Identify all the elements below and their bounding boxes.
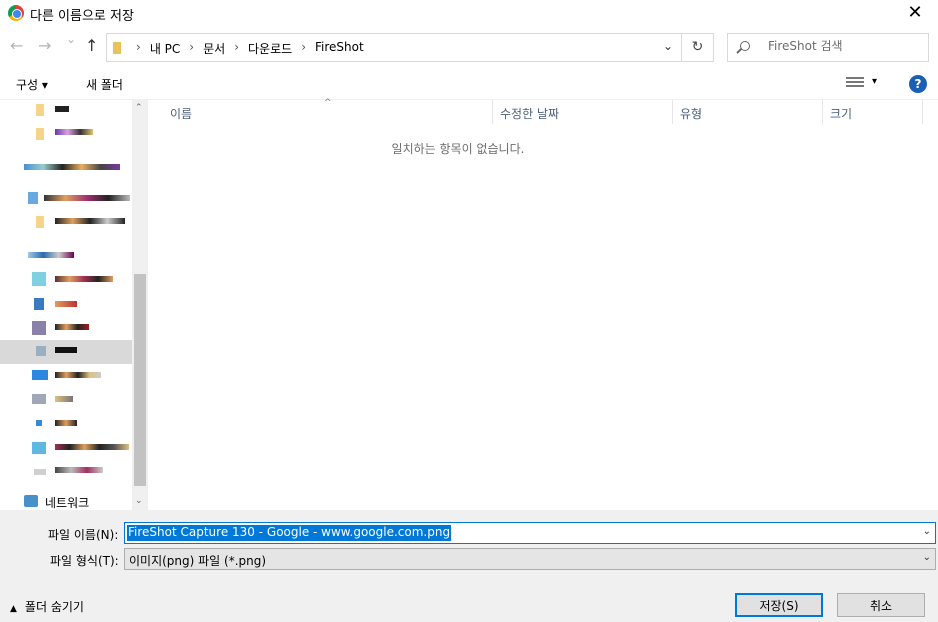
breadcrumb: › 내 PC › 문서 › 다운로드 › FireShot	[136, 40, 364, 57]
navigation-pane: 네트워크 ⌃ ⌄	[0, 100, 148, 510]
breadcrumb-this-pc[interactable]: 내 PC	[150, 40, 180, 57]
search-box[interactable]	[727, 33, 929, 62]
chevron-down-icon[interactable]: ⌄	[923, 526, 931, 537]
navigation-bar: ← → ⌄ ↑ › 내 PC › 문서 › 다운로드 › FireShot ⌄ …	[0, 32, 938, 62]
sort-ascending-icon: ^	[324, 98, 332, 108]
tree-item[interactable]	[0, 318, 132, 342]
tree-item-selected[interactable]	[0, 340, 132, 364]
network-label: 네트워크	[45, 496, 90, 510]
save-form: 파일 이름(N): FireShot Capture 130 - Google …	[0, 510, 938, 622]
column-header-modified[interactable]: 수정한 날짜	[500, 105, 559, 122]
title-bar: 다른 이름으로 저장 ✕	[0, 0, 938, 28]
breadcrumb-fireshot[interactable]: FireShot	[315, 40, 364, 57]
file-list: ^ 이름 수정한 날짜 유형 크기 일치하는 항목이 없습니다.	[148, 98, 938, 510]
chevron-down-icon[interactable]: ⌄	[923, 552, 931, 563]
network-icon	[24, 495, 38, 507]
organize-button[interactable]: 구성 ▾	[16, 76, 48, 93]
tree-item[interactable]	[0, 246, 132, 270]
column-header-type[interactable]: 유형	[680, 105, 702, 122]
close-icon[interactable]: ✕	[892, 0, 938, 28]
filetype-value: 이미지(png) 파일 (*.png)	[129, 554, 267, 568]
tree-item[interactable]	[0, 158, 132, 182]
new-folder-button[interactable]: 새 폴더	[86, 76, 123, 93]
refresh-button[interactable]: ↻	[682, 33, 714, 62]
hide-folders-label: 폴더 숨기기	[24, 600, 84, 614]
filename-combobox[interactable]: FireShot Capture 130 - Google - www.goog…	[124, 522, 936, 544]
search-icon	[740, 41, 750, 51]
tree-item[interactable]	[0, 124, 132, 148]
window-title: 다른 이름으로 저장	[30, 9, 134, 24]
empty-folder-message: 일치하는 항목이 없습니다.	[391, 142, 525, 156]
tree-item[interactable]	[0, 366, 132, 390]
column-header-size[interactable]: 크기	[830, 105, 852, 122]
back-arrow-icon[interactable]: ←	[10, 36, 23, 55]
scroll-down-icon[interactable]: ⌄	[135, 496, 143, 506]
scrollbar-thumb[interactable]	[134, 274, 146, 486]
chevron-up-icon: ▲	[10, 604, 17, 614]
tree-item[interactable]	[0, 270, 132, 294]
view-dropdown-icon[interactable]: ▾	[872, 76, 877, 87]
cancel-button[interactable]: 취소	[837, 593, 925, 617]
recent-locations-icon[interactable]: ⌄	[66, 32, 76, 46]
column-header-name[interactable]: 이름	[170, 105, 192, 122]
hide-folders-toggle[interactable]: ▲ 폴더 숨기기	[10, 598, 84, 615]
save-button[interactable]: 저장(S)	[735, 593, 823, 617]
filetype-label: 파일 형식(T):	[50, 554, 119, 568]
folder-icon	[113, 42, 121, 54]
tree-item[interactable]	[0, 294, 132, 318]
command-toolbar: 구성 ▾ 새 폴더 ▾ ?	[0, 68, 938, 100]
forward-arrow-icon[interactable]: →	[38, 36, 51, 55]
tree-item[interactable]	[0, 188, 132, 212]
address-bar[interactable]: › 내 PC › 문서 › 다운로드 › FireShot ⌄	[106, 33, 682, 62]
search-input[interactable]	[768, 39, 918, 53]
scroll-up-icon[interactable]: ⌃	[135, 103, 143, 113]
tree-item[interactable]	[0, 414, 132, 438]
tree-item[interactable]	[0, 390, 132, 414]
tree-item[interactable]	[0, 462, 132, 486]
filetype-select[interactable]: 이미지(png) 파일 (*.png) ⌄	[124, 548, 936, 570]
breadcrumb-downloads[interactable]: 다운로드	[248, 40, 292, 57]
view-options-icon[interactable]	[846, 77, 864, 91]
help-icon[interactable]: ?	[909, 75, 927, 93]
chrome-icon	[8, 5, 24, 21]
breadcrumb-documents[interactable]: 문서	[203, 40, 225, 57]
tree-item[interactable]	[0, 438, 132, 462]
sidebar-scrollbar[interactable]: ⌃ ⌄	[132, 100, 148, 510]
column-headers: ^ 이름 수정한 날짜 유형 크기	[148, 98, 938, 124]
filename-input[interactable]: FireShot Capture 130 - Google - www.goog…	[127, 525, 452, 541]
up-arrow-icon[interactable]: ↑	[85, 36, 98, 55]
tree-item[interactable]	[0, 100, 132, 124]
chevron-down-icon[interactable]: ⌄	[663, 39, 673, 53]
filename-label: 파일 이름(N):	[48, 528, 119, 542]
tree-item-network[interactable]: 네트워크	[0, 490, 132, 510]
tree-item[interactable]	[0, 212, 132, 236]
